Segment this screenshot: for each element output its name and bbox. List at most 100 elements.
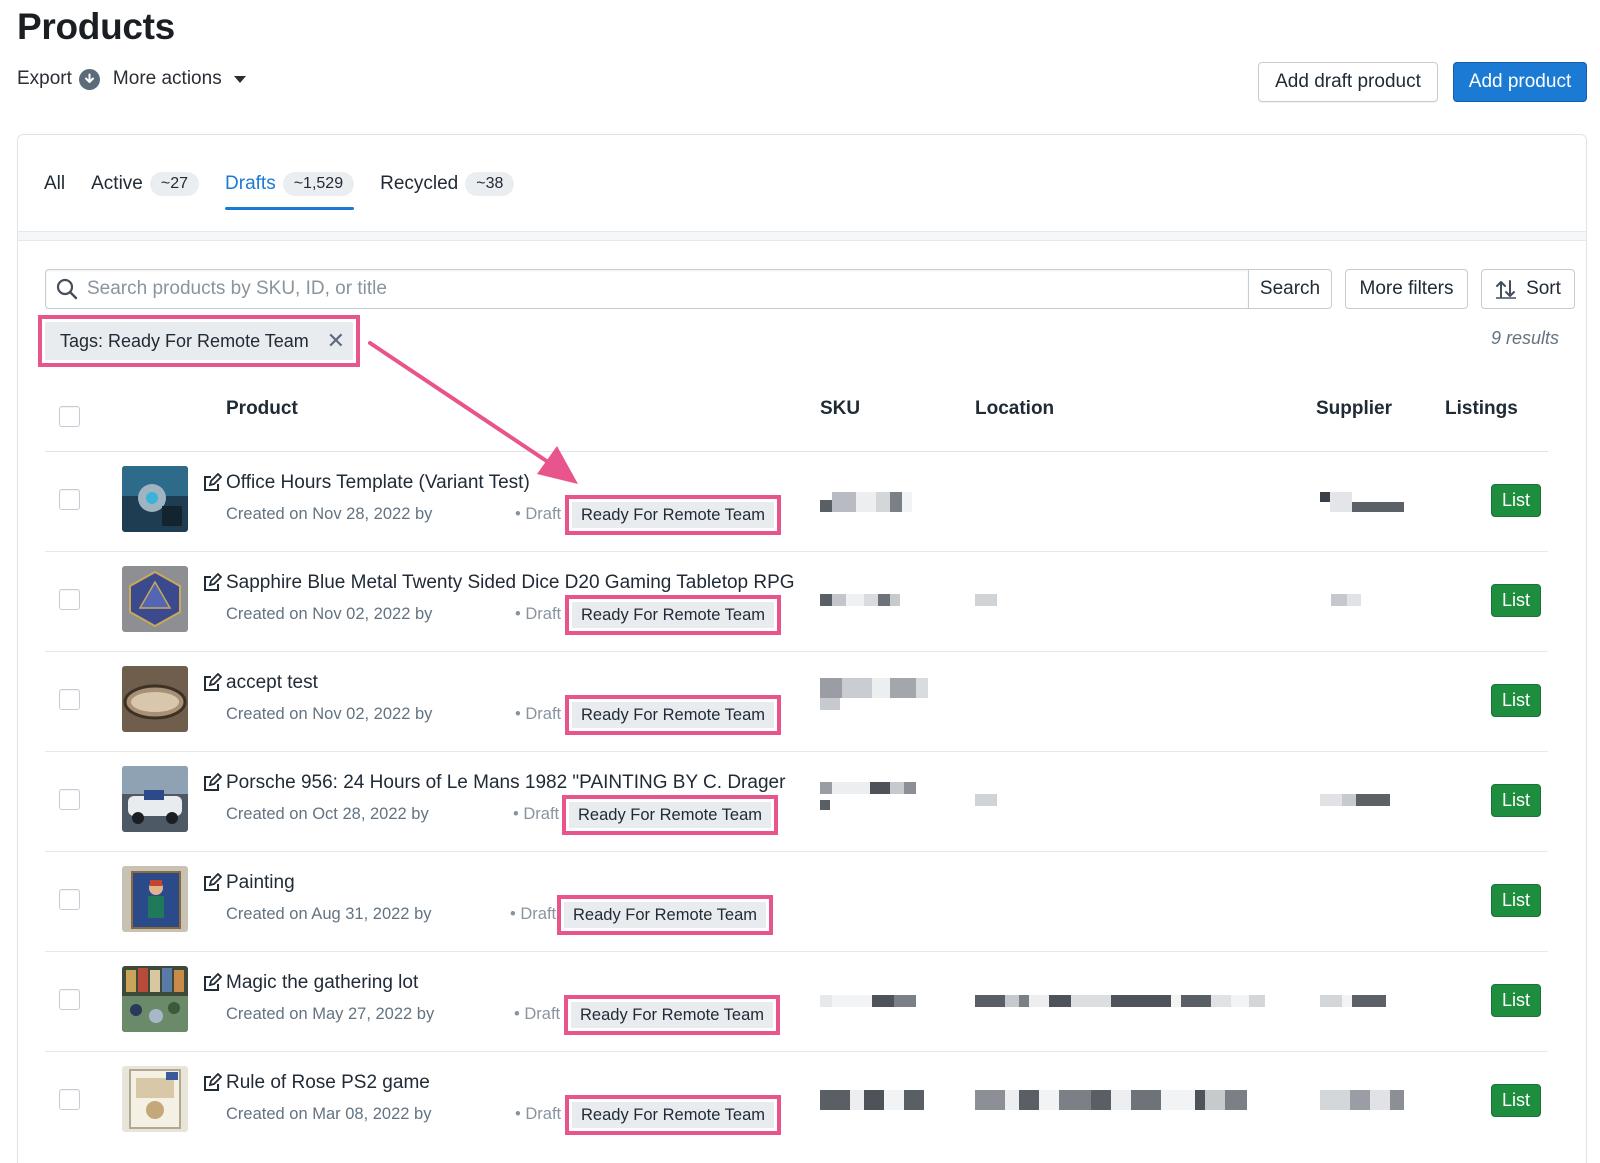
tab-label: Recycled (380, 173, 459, 194)
location-value-redacted (975, 1090, 1247, 1110)
edit-icon[interactable] (202, 1073, 222, 1093)
sort-icon (1496, 280, 1517, 299)
close-icon[interactable]: ✕ (327, 328, 345, 354)
tab-all[interactable]: All (44, 167, 65, 201)
tab-count-badge: ~27 (149, 172, 200, 196)
table-row[interactable]: Office Hours Template (Variant Test) Cre… (45, 452, 1548, 552)
supplier-value-redacted (1320, 995, 1386, 1007)
product-title-link[interactable]: Sapphire Blue Metal Twenty Sided Dice D2… (226, 572, 795, 594)
product-status: • Draft (513, 805, 560, 823)
product-thumbnail (122, 1066, 188, 1132)
product-created-meta: Created on Nov 02, 2022 by (226, 705, 433, 723)
search-field[interactable] (45, 269, 1249, 309)
row-checkbox[interactable] (59, 489, 80, 510)
edit-icon[interactable] (202, 873, 222, 893)
export-label: Export (17, 68, 72, 89)
tab-recycled[interactable]: Recycled ~38 (380, 167, 515, 201)
list-button[interactable]: List (1491, 1084, 1541, 1117)
list-button[interactable]: List (1491, 484, 1541, 517)
sku-value-redacted (820, 492, 912, 512)
product-created-meta: Created on Nov 28, 2022 by (226, 505, 433, 523)
product-thumbnail (122, 666, 188, 732)
caret-down-icon (233, 75, 246, 83)
download-circle-icon (78, 68, 100, 90)
tab-label: Active (91, 173, 143, 194)
add-product-button[interactable]: Add product (1453, 62, 1587, 102)
product-title-link[interactable]: Rule of Rose PS2 game (226, 1072, 430, 1094)
location-value-redacted (975, 594, 997, 606)
table-row[interactable]: Magic the gathering lot Created on May 2… (45, 952, 1548, 1052)
search-button[interactable]: Search (1248, 269, 1332, 309)
row-checkbox[interactable] (59, 1089, 80, 1110)
list-button[interactable]: List (1491, 984, 1541, 1017)
tab-active[interactable]: Active ~27 (91, 167, 200, 201)
product-thumbnail (122, 466, 188, 532)
location-value-redacted (975, 995, 1265, 1007)
more-filters-button[interactable]: More filters (1345, 269, 1468, 309)
filter-tag-label: Tags: Ready For Remote Team (60, 330, 309, 351)
product-status: • Draft (510, 905, 557, 923)
product-created-meta: Created on Mar 08, 2022 by (226, 1105, 432, 1123)
list-button[interactable]: List (1491, 584, 1541, 617)
active-filter-tag: Tags: Ready For Remote Team ✕ (38, 315, 360, 367)
product-title-link[interactable]: accept test (226, 672, 318, 694)
row-checkbox[interactable] (59, 989, 80, 1010)
sku-value-redacted (820, 594, 900, 606)
more-actions-button[interactable]: More actions (113, 68, 246, 90)
product-created-meta: Created on Aug 31, 2022 by (226, 905, 432, 923)
product-tag-label: Ready For Remote Team (572, 502, 775, 528)
select-all-checkbox[interactable] (59, 406, 80, 427)
product-title-link[interactable]: Painting (226, 872, 295, 894)
product-title-link[interactable]: Porsche 956: 24 Hours of Le Mans 1982 "P… (226, 772, 785, 794)
edit-icon[interactable] (202, 773, 222, 793)
product-tag: Ready For Remote Team (557, 895, 774, 935)
edit-icon[interactable] (202, 473, 222, 493)
page-title: Products (17, 6, 175, 47)
product-status: • Draft (515, 1105, 562, 1123)
list-button[interactable]: List (1491, 884, 1541, 917)
export-button[interactable]: Export (17, 68, 100, 90)
table-row[interactable]: Sapphire Blue Metal Twenty Sided Dice D2… (45, 552, 1548, 652)
products-card: All Active ~27 Drafts ~1,529 Recycled ~3… (17, 134, 1587, 1163)
more-actions-label: More actions (112, 68, 222, 89)
row-checkbox[interactable] (59, 889, 80, 910)
product-thumbnail (122, 866, 188, 932)
table-row[interactable]: Porsche 956: 24 Hours of Le Mans 1982 "P… (45, 752, 1548, 852)
sort-button[interactable]: Sort (1481, 269, 1575, 309)
table-row[interactable]: accept test Created on Nov 02, 2022 by •… (45, 652, 1548, 752)
search-input[interactable] (87, 278, 1187, 300)
table-header: Product SKU Location Supplier Listings (45, 379, 1548, 452)
product-tag-label: Ready For Remote Team (564, 902, 767, 928)
row-checkbox[interactable] (59, 589, 80, 610)
sku-value-redacted (820, 1090, 924, 1110)
list-button[interactable]: List (1491, 684, 1541, 717)
add-draft-product-button[interactable]: Add draft product (1258, 62, 1438, 102)
product-thumbnail (122, 966, 188, 1032)
product-title-link[interactable]: Magic the gathering lot (226, 972, 418, 994)
product-tag: Ready For Remote Team (565, 1095, 782, 1135)
product-tag: Ready For Remote Team (564, 995, 781, 1035)
table-row[interactable]: Painting Created on Aug 31, 2022 by • Dr… (45, 852, 1548, 952)
tab-drafts[interactable]: Drafts ~1,529 (225, 167, 355, 210)
list-button[interactable]: List (1491, 784, 1541, 817)
supplier-value-redacted (1320, 492, 1404, 512)
table-row[interactable]: Rule of Rose PS2 game Created on Mar 08,… (45, 1052, 1548, 1152)
product-created-meta: Created on May 27, 2022 by (226, 1005, 435, 1023)
tab-count-badge: ~1,529 (282, 172, 355, 196)
product-created-meta: Created on Oct 28, 2022 by (226, 805, 429, 823)
edit-icon[interactable] (202, 673, 222, 693)
row-checkbox[interactable] (59, 689, 80, 710)
edit-icon[interactable] (202, 573, 222, 593)
edit-icon[interactable] (202, 973, 222, 993)
product-thumbnail (122, 766, 188, 832)
search-icon (56, 278, 78, 300)
product-status: • Draft (515, 705, 562, 723)
location-value-redacted (975, 794, 997, 806)
results-count: 9 results (1490, 328, 1559, 348)
row-checkbox[interactable] (59, 789, 80, 810)
sku-value-redacted (820, 782, 916, 810)
product-tag-label: Ready For Remote Team (572, 1102, 775, 1128)
product-status: • Draft (515, 505, 562, 523)
supplier-value-redacted (1331, 594, 1361, 606)
product-title-link[interactable]: Office Hours Template (Variant Test) (226, 472, 530, 494)
